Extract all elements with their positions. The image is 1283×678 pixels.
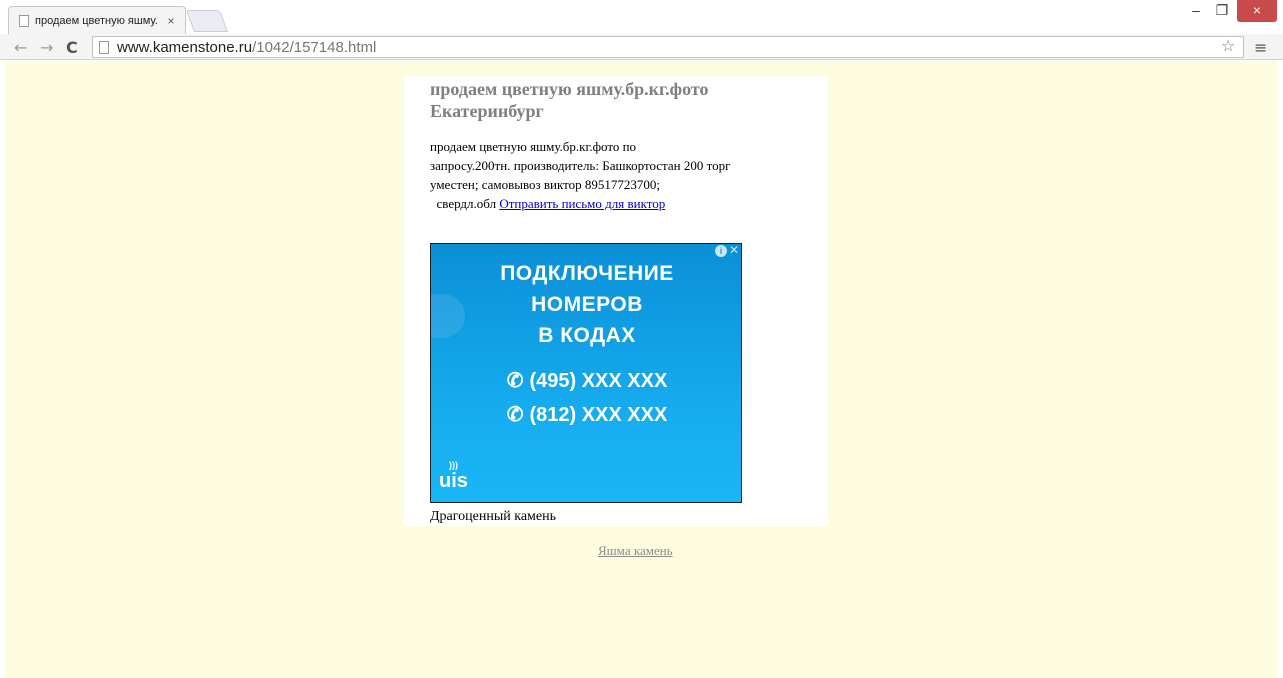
signal-wave-icon: ))) xyxy=(449,460,458,470)
new-tab-button[interactable] xyxy=(185,10,229,32)
page-icon xyxy=(19,14,29,27)
close-window-button[interactable]: × xyxy=(1237,0,1277,22)
reload-icon[interactable]: C xyxy=(66,38,78,57)
image-caption: Драгоценный камень xyxy=(430,509,556,524)
ad-phone-row: ✆ (495) XXX XXX xyxy=(431,368,741,393)
footer-link-jasper[interactable]: Яшма камень xyxy=(598,543,673,559)
ad-phone-row: ✆ (812) XXX XXX xyxy=(431,402,741,427)
logo-text: uis xyxy=(439,470,468,492)
send-email-link[interactable]: Отправить письмо для виктор xyxy=(499,196,665,211)
back-arrow-icon[interactable]: ← xyxy=(14,38,27,57)
url-path: /1042/157148.html xyxy=(252,38,377,56)
ad-info-icon[interactable]: i xyxy=(715,245,727,257)
page-icon xyxy=(99,40,109,54)
tab-close-icon[interactable]: × xyxy=(163,14,179,28)
page-title: продаем цветную яшму.бр.кг.фото Екатерин… xyxy=(430,79,709,121)
ad-banner[interactable]: i ✕ ПОДКЛЮЧЕНИЕ НОМЕРОВ В КОДАХ ✆ (495) X… xyxy=(430,243,742,503)
browser-tab[interactable]: продаем цветную яшму. × xyxy=(8,6,186,34)
tab-title: продаем цветную яшму. xyxy=(35,14,158,27)
phone-icon: ✆ xyxy=(506,404,524,426)
bookmark-star-icon[interactable]: ☆ xyxy=(1221,36,1235,55)
description-line: уместен; самовывоз виктор 89517723700; xyxy=(430,177,661,192)
ad-headline: ПОДКЛЮЧЕНИЕ НОМЕРОВ В КОДАХ xyxy=(431,258,741,351)
url-host: www.kamenstone.ru xyxy=(117,38,253,56)
ad-headline-line: НОМЕРОВ xyxy=(531,293,643,316)
ad-phone-number: (812) XXX XXX xyxy=(529,404,668,426)
forward-arrow-icon[interactable]: → xyxy=(40,38,53,57)
listing-description: продаем цветную яшму.бр.кг.фото по запро… xyxy=(430,137,790,213)
description-line: запросу.200тн. производитель: Башкортост… xyxy=(430,158,731,173)
menu-icon[interactable]: ≡ xyxy=(1254,38,1267,57)
description-line: продаем цветную яшму.бр.кг.фото по xyxy=(430,139,637,154)
ad-headline-line: ПОДКЛЮЧЕНИЕ xyxy=(500,262,674,285)
content-panel: продаем цветную яшму.бр.кг.фото Екатерин… xyxy=(404,76,828,526)
title-bar: продаем цветную яшму. × – ❐ × xyxy=(0,0,1283,34)
browser-toolbar: ← → C www.kamenstone.ru/1042/157148.html… xyxy=(0,34,1283,60)
phone-icon: ✆ xyxy=(506,370,524,392)
maximize-button[interactable]: ❐ xyxy=(1209,0,1235,22)
ad-phone-number: (495) XXX XXX xyxy=(529,370,668,392)
minimize-button[interactable]: – xyxy=(1183,0,1209,22)
ad-close-icon[interactable]: ✕ xyxy=(729,244,741,257)
description-line: свердл.обл Отправить письмо для виктор xyxy=(430,194,790,213)
uis-logo: ))) uis xyxy=(439,460,468,493)
page-viewport: продаем цветную яшму.бр.кг.фото Екатерин… xyxy=(6,61,1277,678)
address-bar[interactable]: www.kamenstone.ru/1042/157148.html xyxy=(92,36,1244,58)
ad-headline-line: В КОДАХ xyxy=(538,324,636,347)
region-text: свердл.обл xyxy=(430,196,500,211)
